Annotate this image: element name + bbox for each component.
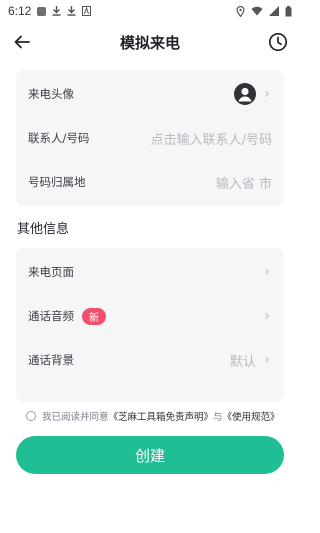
status-bar: 6:12 [0,0,300,22]
app-bar: 模拟来电 [0,22,300,62]
disclaimer-link[interactable]: 《芝麻工具箱免责声明》 [109,409,214,423]
avatar-label: 来电头像 [28,87,74,101]
battery-icon [285,5,292,16]
caller-info-card: 来电头像 › 联系人/号码 点击输入联系人/号码 号码归属地 输入省 市 [16,70,284,206]
signal-icon [269,6,279,16]
arrow-left-icon [14,35,30,49]
user-icon [238,87,252,102]
chevron-right-icon: › [264,352,270,368]
section-title: 其他信息 [17,222,70,237]
download-icon [67,6,76,16]
new-badge: 新 [82,307,106,325]
rules-link[interactable]: 《使用规范》 [223,409,280,423]
call-page-label: 来电页面 [28,265,74,279]
call-background-label: 通话背景 [28,353,74,367]
call-audio-label: 通话音频 [28,309,74,323]
chevron-right-icon: › [264,308,270,324]
agreement-prefix: 我已阅读并同意 [42,412,109,423]
status-time: 6:12 [8,4,32,18]
other-info-card: 来电页面 › 通话音频 新 › 通话背景 默认 › [16,248,284,402]
call-audio-row[interactable]: 通话音频 新 › [16,294,284,338]
agreement-checkbox[interactable] [26,411,36,421]
font-icon [82,6,92,16]
contact-input[interactable]: 点击输入联系人/号码 [151,129,272,148]
contact-row[interactable]: 联系人/号码 点击输入联系人/号码 [16,116,284,160]
agreement-and: 与 [213,412,223,423]
download-icon [52,6,61,16]
avatar-row[interactable]: 来电头像 › [16,72,284,116]
avatar[interactable] [234,83,256,105]
notification-app-icon [37,6,47,16]
contact-label: 联系人/号码 [28,131,90,145]
create-button[interactable]: 创建 [16,436,284,474]
wifi-icon [251,6,263,16]
page-title: 模拟来电 [119,33,180,52]
call-background-row[interactable]: 通话背景 默认 › [16,338,284,382]
location-label: 号码归属地 [28,175,86,189]
back-button[interactable] [10,30,34,54]
location-icon [236,5,245,17]
clock-icon [268,32,288,52]
call-page-row[interactable]: 来电页面 › [16,250,284,294]
history-button[interactable] [266,30,290,54]
location-row[interactable]: 号码归属地 输入省 市 [16,160,284,204]
location-input[interactable]: 输入省 市 [216,173,272,192]
agreement-row: 我已阅读并同意 《芝麻工具箱免责声明》 与 《使用规范》 [26,409,296,423]
call-background-value: 默认 [229,354,256,370]
chevron-right-icon: › [264,264,270,280]
chevron-right-icon: › [264,86,270,102]
